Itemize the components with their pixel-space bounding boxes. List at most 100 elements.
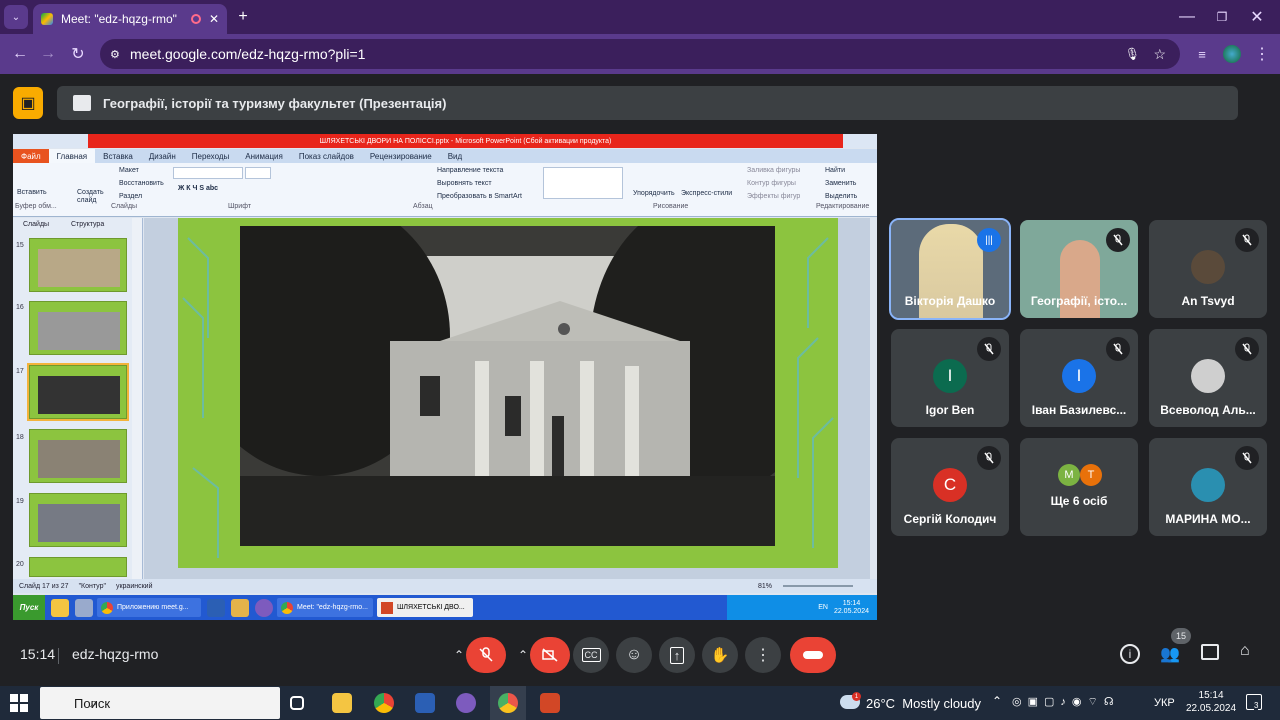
slide-thumbnail[interactable] — [29, 429, 127, 483]
bookmark-star-icon[interactable]: ☆ — [1153, 46, 1166, 63]
current-slide[interactable] — [178, 218, 838, 568]
panel-scrollbar[interactable] — [132, 218, 142, 579]
participant-tile[interactable]: Всеволод Аль... — [1149, 329, 1267, 427]
taskbar-chrome-app[interactable]: Приложению meet.g... — [97, 598, 201, 617]
browser-tab[interactable]: Meet: "edz-hqzg-rmo" ✕ — [33, 4, 227, 34]
arrange-button[interactable]: Упорядочить — [633, 190, 675, 197]
panel-tab-outline[interactable]: Структура — [71, 221, 104, 228]
task-view-icon[interactable] — [290, 696, 304, 710]
folder-icon[interactable] — [51, 598, 69, 617]
font-box[interactable] — [173, 167, 243, 179]
restore-icon[interactable]: ❐ — [1210, 5, 1234, 29]
more-participants-tile[interactable]: M T Ще 6 осіб — [1020, 438, 1138, 536]
reactions-button[interactable]: ☺ — [616, 637, 652, 673]
reload-icon[interactable]: ↻ — [66, 42, 90, 66]
tab-slideshow[interactable]: Показ слайдов — [291, 152, 362, 161]
close-window-icon[interactable]: ✕ — [1245, 5, 1269, 29]
slide-thumbnail-selected[interactable] — [27, 363, 129, 421]
participant-tile[interactable]: МАРИНА МО... — [1149, 438, 1267, 536]
participant-tile[interactable]: An Tsvyd — [1149, 220, 1267, 318]
layout-button[interactable]: Макет — [119, 167, 139, 174]
tab-search-icon[interactable]: ≡ — [1190, 42, 1214, 66]
tab-transitions[interactable]: Переходы — [184, 152, 238, 161]
shape-effects-button[interactable]: Эффекты фигур — [747, 193, 800, 200]
bold-italic-row[interactable]: Ж К Ч S abc — [178, 185, 218, 192]
new-tab-icon[interactable]: + — [231, 5, 255, 29]
xp-start-button[interactable]: Пуск — [13, 595, 45, 620]
tab-list-icon[interactable]: ⌄ — [4, 5, 28, 29]
participant-tile[interactable]: I Іван Базилевс... — [1020, 329, 1138, 427]
tab-file[interactable]: Файл — [13, 149, 49, 163]
panel-tab-slides[interactable]: Слайды — [23, 221, 49, 228]
tab-insert[interactable]: Вставка — [95, 152, 141, 161]
section-button[interactable]: Раздел — [119, 193, 142, 200]
activities-icon[interactable]: ⌂ — [1240, 642, 1250, 660]
xp-lang[interactable]: EN — [818, 604, 828, 611]
camera-off-button[interactable] — [530, 637, 570, 673]
captions-button[interactable]: CC — [573, 637, 609, 673]
word-icon[interactable] — [207, 598, 225, 617]
tray-chevron-icon[interactable]: ⌃ — [992, 694, 1002, 708]
find-button[interactable]: Найти — [825, 167, 845, 174]
raise-hand-button[interactable]: ✋ — [702, 637, 738, 673]
word-taskbar-icon[interactable] — [415, 693, 435, 713]
select-button[interactable]: Выделить — [825, 193, 857, 200]
shape-outline-button[interactable]: Контур фигуры — [747, 180, 796, 187]
more-options-button[interactable]: ⋮ — [745, 637, 781, 673]
windows-start-icon[interactable] — [10, 694, 28, 712]
powerpoint-taskbar-icon[interactable] — [540, 693, 560, 713]
replace-button[interactable]: Заменить — [825, 180, 856, 187]
file-explorer-icon[interactable] — [332, 693, 352, 713]
align-text-button[interactable]: Выровнять текст — [437, 180, 492, 187]
smartart-button[interactable]: Преобразовать в SmartArt — [437, 193, 522, 200]
weather-text[interactable]: 26°C Mostly cloudy — [866, 696, 981, 711]
tab-review[interactable]: Рецензирование — [362, 152, 440, 161]
tab-home[interactable]: Главная — [48, 149, 96, 163]
close-tab-icon[interactable]: ✕ — [209, 12, 219, 26]
mic-off-button[interactable] — [466, 637, 506, 673]
shapes-gallery[interactable] — [543, 167, 623, 199]
minimize-icon[interactable]: — — [1175, 5, 1199, 29]
shape-fill-button[interactable]: Заливка фигуры — [747, 167, 800, 174]
info-icon[interactable]: i — [1120, 644, 1140, 664]
taskbar-powerpoint[interactable]: ШЛЯХЕТСЬКІ ДВО... — [377, 598, 473, 617]
font-size-box[interactable] — [245, 167, 271, 179]
paste-button[interactable]: Вставить — [17, 189, 47, 196]
new-slide-button[interactable]: Создать слайд — [77, 189, 107, 205]
reset-button[interactable]: Восстановить — [119, 180, 164, 187]
participant-tile[interactable]: Географії, істо... — [1020, 220, 1138, 318]
mic-icon[interactable]: 🎙 — [1125, 47, 1140, 61]
tab-animation[interactable]: Анимация — [237, 152, 291, 161]
windows-search-box[interactable]: ⌕ Поиск — [40, 687, 280, 719]
slide-thumbnail[interactable] — [29, 238, 127, 292]
participant-tile[interactable]: ||| Вікторія Дашко — [889, 218, 1011, 320]
clock[interactable]: 15:14 22.05.2024 — [1186, 689, 1236, 715]
slide-thumbnail[interactable] — [29, 493, 127, 547]
text-direction-button[interactable]: Направление текста — [437, 167, 503, 174]
zoom-slider[interactable] — [783, 585, 853, 587]
stop-presenting-icon[interactable]: ▣ — [13, 87, 43, 119]
present-button[interactable]: ↑ — [659, 637, 695, 673]
leave-call-button[interactable] — [790, 637, 836, 673]
paint-icon[interactable] — [75, 598, 93, 617]
back-icon[interactable]: ← — [8, 42, 32, 66]
people-icon[interactable]: 👥 — [1160, 644, 1180, 664]
tray-icons[interactable]: ◎▣▢♪◉⌔☊ — [1012, 695, 1120, 709]
slide-thumbnail[interactable] — [29, 301, 127, 355]
profile-avatar[interactable] — [1220, 42, 1244, 66]
viber-icon[interactable] — [255, 598, 273, 617]
participant-tile[interactable]: I Igor Ben — [891, 329, 1009, 427]
chrome-taskbar-icon[interactable] — [374, 693, 394, 713]
tab-design[interactable]: Дизайн — [141, 152, 184, 161]
media-icon[interactable] — [231, 598, 249, 617]
viber-taskbar-icon[interactable] — [456, 693, 476, 713]
input-language[interactable]: УКР — [1154, 697, 1175, 709]
forward-icon[interactable]: → — [36, 42, 60, 66]
taskbar-meet[interactable]: Meet: "edz-hqzg-rmo... — [277, 598, 373, 617]
menu-icon[interactable]: ⋮ — [1250, 42, 1274, 66]
site-info-icon[interactable]: ⚙ — [110, 48, 120, 61]
chat-icon[interactable] — [1201, 644, 1219, 660]
address-bar[interactable]: ⚙ meet.google.com/edz-hqzg-rmo?pli=1 🎙 ☆ — [100, 39, 1180, 69]
slide-thumbnail[interactable] — [29, 557, 127, 577]
tab-view[interactable]: Вид — [440, 152, 470, 161]
